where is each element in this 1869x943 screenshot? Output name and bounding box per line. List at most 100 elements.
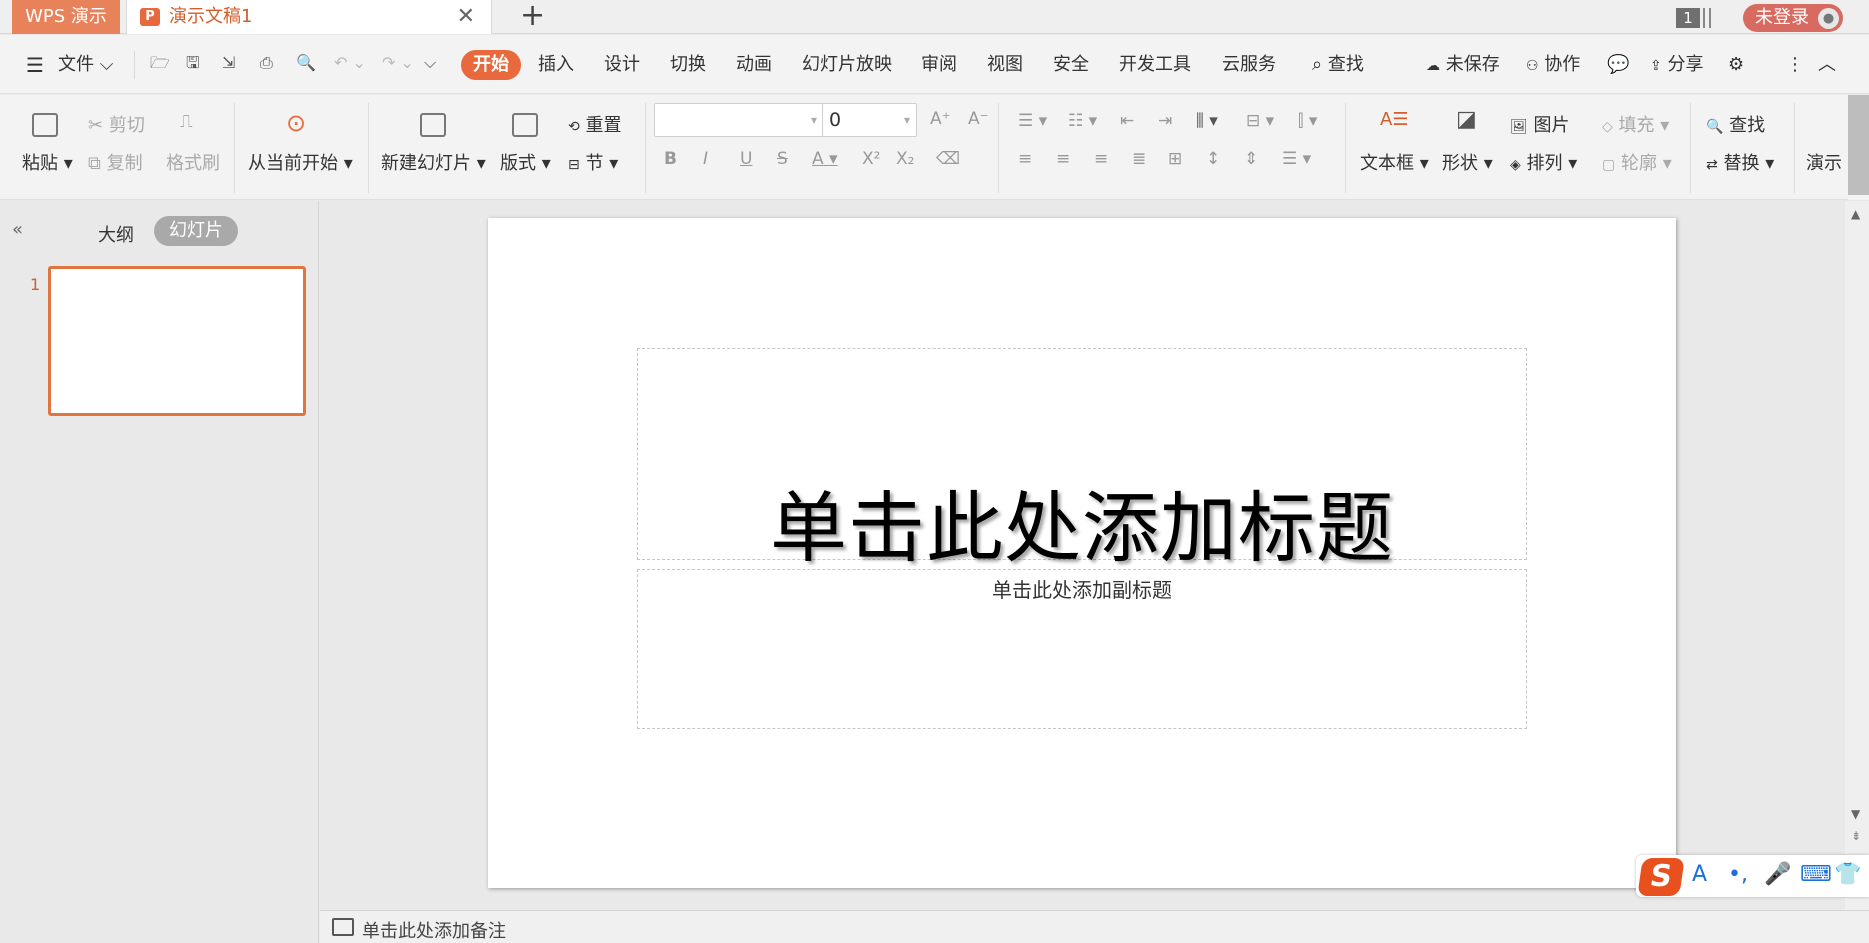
new-tab-button[interactable]: +: [520, 0, 545, 32]
tab-cloud[interactable]: 云服务: [1222, 54, 1276, 76]
export-icon[interactable]: ⇲: [222, 53, 235, 73]
window-switch-icon[interactable]: [1703, 8, 1711, 28]
play-from-current-button[interactable]: 从当前开始 ▾: [248, 149, 353, 175]
tab-design[interactable]: 设计: [604, 54, 640, 76]
align-center-icon[interactable]: ≡: [1056, 149, 1070, 169]
next-slide-icon[interactable]: ⇟: [1851, 829, 1861, 843]
paragraph-spacing-icon[interactable]: ⇕: [1244, 149, 1258, 169]
tab-developer[interactable]: 开发工具: [1119, 54, 1191, 76]
align-left-icon[interactable]: ≡: [1018, 149, 1032, 169]
decrease-font-icon[interactable]: A⁻: [968, 109, 989, 129]
bullet-list-icon[interactable]: ☰ ▾: [1018, 111, 1047, 131]
microphone-icon[interactable]: 🎤: [1764, 861, 1791, 889]
bold-icon[interactable]: B: [664, 149, 677, 169]
paste-button[interactable]: 粘贴 ▾: [22, 149, 73, 175]
slide-thumbnail[interactable]: [48, 266, 306, 416]
font-color-icon[interactable]: A ▾: [812, 149, 838, 169]
tab-slideshow[interactable]: 幻灯片放映: [802, 54, 892, 76]
slide-canvas[interactable]: 单击此处添加标题 单击此处添加副标题: [488, 218, 1676, 888]
increase-indent-icon[interactable]: ⇥: [1158, 111, 1172, 131]
search-button[interactable]: ⌕ 查找: [1312, 54, 1364, 76]
close-tab-icon[interactable]: ✕: [457, 0, 475, 34]
clear-format-icon[interactable]: ⌫: [936, 149, 960, 169]
outline-button[interactable]: ▢ 轮廓 ▾: [1602, 149, 1672, 175]
sogou-logo-icon[interactable]: S: [1637, 858, 1685, 896]
ime-punctuation-icon[interactable]: •,: [1728, 861, 1748, 889]
cut-button[interactable]: ✂ 剪切: [88, 111, 145, 137]
app-tab[interactable]: WPS 演示: [12, 0, 120, 34]
format-painter-button[interactable]: 格式刷: [166, 149, 220, 175]
text-direction-icon[interactable]: ⫼ ▾: [1196, 111, 1218, 131]
redo-icon[interactable]: ↷ ⌄: [382, 53, 414, 73]
unsaved-status[interactable]: ☁ 未保存: [1426, 54, 1500, 77]
collab-button[interactable]: ⚇ 协作: [1526, 54, 1580, 77]
more-icon[interactable]: ⋮: [1786, 54, 1804, 76]
spacing-options-icon[interactable]: ☰ ▾: [1282, 149, 1311, 169]
document-tab[interactable]: P 演示文稿1 ✕: [126, 0, 492, 34]
customize-toolbar-icon[interactable]: ⌵: [424, 53, 436, 73]
ime-language-icon[interactable]: A: [1692, 861, 1707, 889]
scroll-up-icon[interactable]: ▲: [1851, 207, 1860, 221]
picture-button[interactable]: 🖼 图片: [1510, 111, 1570, 137]
tab-animation[interactable]: 动画: [736, 54, 772, 76]
collapse-ribbon-icon[interactable]: ︿: [1818, 54, 1836, 76]
window-count-badge[interactable]: 1: [1676, 8, 1700, 28]
arrange-button[interactable]: ◈ 排列 ▾: [1510, 149, 1577, 175]
open-icon[interactable]: 🗁: [150, 53, 170, 73]
superscript-icon[interactable]: X²: [862, 149, 880, 169]
increase-font-icon[interactable]: A⁺: [930, 109, 951, 129]
print-preview-icon[interactable]: 🔍: [296, 53, 316, 73]
skin-icon[interactable]: 👕: [1834, 861, 1861, 889]
comment-icon[interactable]: 💬: [1607, 54, 1629, 76]
scroll-down-icon[interactable]: ▼: [1851, 807, 1860, 821]
editor-scrollbar[interactable]: ▲ ▼ ⇟: [1845, 201, 1869, 910]
notes-placeholder[interactable]: 单击此处添加备注: [362, 917, 506, 943]
login-button[interactable]: 未登录 ●: [1743, 4, 1843, 32]
undo-icon[interactable]: ↶ ⌄: [334, 53, 366, 73]
font-name-combo[interactable]: ▾: [654, 103, 824, 137]
tab-outline[interactable]: 大纲: [98, 221, 134, 247]
save-icon[interactable]: 🖫: [186, 53, 200, 73]
collapse-panel-icon[interactable]: «: [12, 219, 23, 240]
tab-insert[interactable]: 插入: [538, 54, 574, 76]
justify-icon[interactable]: ≣: [1132, 149, 1146, 169]
fill-button[interactable]: ◇ 填充 ▾: [1602, 111, 1669, 137]
hamburger-icon[interactable]: ☰: [26, 54, 44, 76]
new-slide-button[interactable]: 新建幻灯片 ▾: [381, 149, 486, 175]
replace-button[interactable]: ⇄ 替换 ▾: [1706, 149, 1774, 175]
subtitle-placeholder[interactable]: 单击此处添加副标题: [637, 569, 1527, 729]
columns-icon[interactable]: ⫿ ▾: [1298, 111, 1317, 131]
reset-button[interactable]: ⟲ 重置: [568, 111, 621, 137]
tab-transition[interactable]: 切换: [670, 54, 706, 76]
section-button[interactable]: ⊟ 节 ▾: [568, 149, 618, 175]
settings-icon[interactable]: ⚙: [1728, 54, 1744, 76]
align-right-icon[interactable]: ≡: [1094, 149, 1108, 169]
underline-icon[interactable]: U: [740, 149, 752, 169]
copy-button[interactable]: ⧉ 复制: [88, 149, 143, 175]
strikethrough-icon[interactable]: S: [777, 149, 788, 169]
keyboard-icon[interactable]: ⌨: [1800, 861, 1832, 889]
notes-pane[interactable]: 单击此处添加备注: [320, 910, 1869, 943]
find-button[interactable]: 🔍 查找: [1706, 111, 1765, 137]
tab-security[interactable]: 安全: [1053, 54, 1089, 76]
tab-start[interactable]: 开始: [461, 50, 521, 80]
ribbon-scrollbar[interactable]: [1848, 95, 1869, 200]
layout-button[interactable]: 版式 ▾: [500, 149, 551, 175]
file-menu[interactable]: 文件 ⌵: [58, 54, 113, 76]
share-button[interactable]: ⇪ 分享: [1650, 54, 1703, 77]
numbered-list-icon[interactable]: ☷ ▾: [1068, 111, 1097, 131]
decrease-indent-icon[interactable]: ⇤: [1120, 111, 1134, 131]
shape-button[interactable]: 形状 ▾: [1442, 149, 1493, 175]
textbox-button[interactable]: 文本框 ▾: [1360, 149, 1429, 175]
tab-slides[interactable]: 幻灯片: [154, 216, 238, 246]
print-icon[interactable]: ⎙: [260, 53, 273, 73]
tab-review[interactable]: 审阅: [921, 54, 957, 76]
font-size-combo[interactable]: 0 ▾: [822, 103, 917, 137]
subscript-icon[interactable]: X₂: [896, 149, 914, 169]
italic-icon[interactable]: I: [703, 149, 708, 169]
line-spacing-icon[interactable]: ↕: [1206, 149, 1220, 169]
distribute-icon[interactable]: ⊞: [1168, 149, 1182, 169]
title-placeholder[interactable]: 单击此处添加标题: [637, 348, 1527, 574]
align-text-icon[interactable]: ⊟ ▾: [1246, 111, 1274, 131]
present-button[interactable]: 演示: [1806, 149, 1842, 175]
